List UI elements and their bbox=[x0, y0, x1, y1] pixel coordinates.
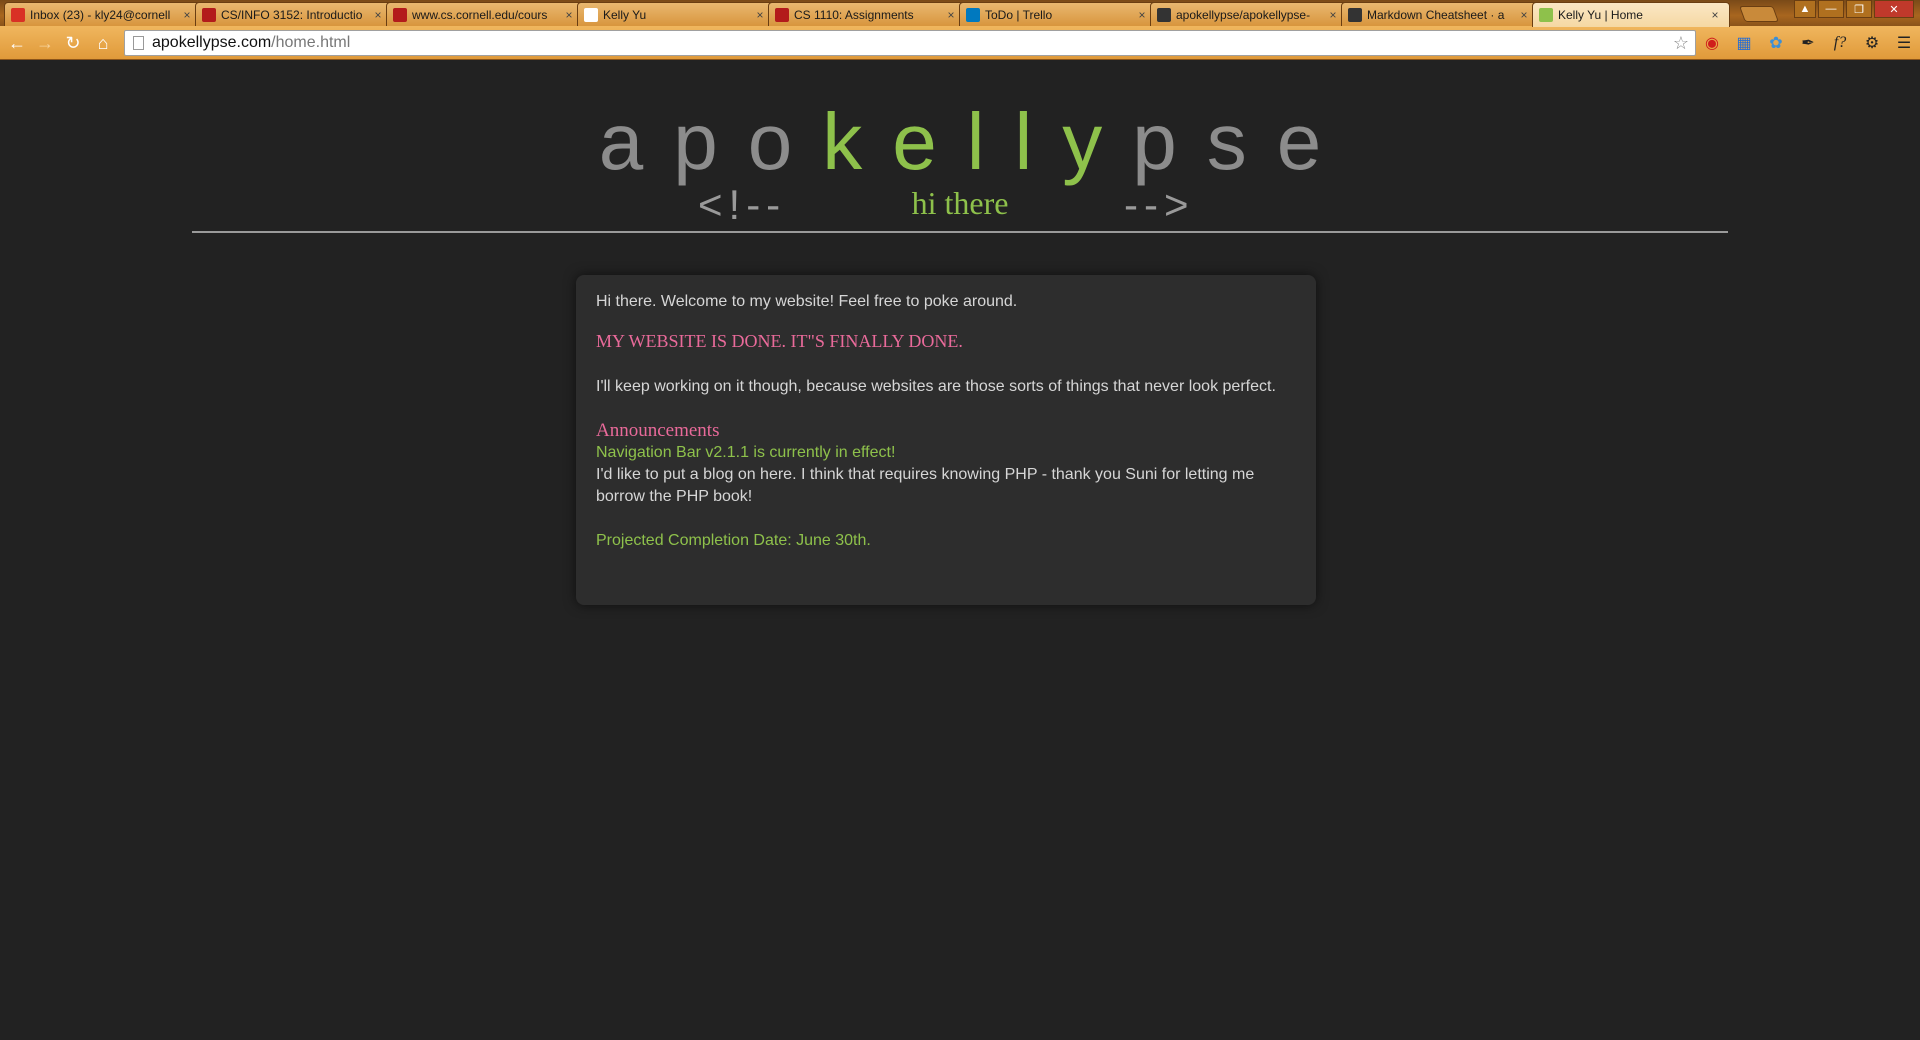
github-icon bbox=[1348, 7, 1362, 22]
tab-title: CS/INFO 3152: Introductio bbox=[221, 7, 363, 22]
url-host: apokellypse.com bbox=[152, 34, 272, 51]
eyedropper-extension-icon[interactable]: ✒ bbox=[1796, 32, 1820, 54]
nav-bracket-right[interactable]: --> bbox=[1124, 181, 1195, 229]
extension-icons: ◉ ▦ ✿ ✒ f? ⚙ ☰ bbox=[1700, 32, 1916, 54]
font-extension-icon[interactable]: f? bbox=[1828, 32, 1852, 54]
bird-extension-icon[interactable]: ✿ bbox=[1764, 32, 1788, 54]
tab-title: Inbox (23) - kly24@cornell bbox=[30, 7, 171, 22]
menu-icon[interactable]: ☰ bbox=[1892, 32, 1916, 54]
page-icon bbox=[584, 7, 598, 22]
tab-title: Markdown Cheatsheet · a bbox=[1367, 7, 1505, 22]
cornell-icon bbox=[202, 7, 216, 22]
window-extension-icon[interactable]: ▦ bbox=[1732, 32, 1756, 54]
tab-title: Kelly Yu | Home bbox=[1558, 8, 1643, 22]
title-part-2: pse bbox=[1132, 97, 1352, 186]
announcements-heading: Announcements bbox=[596, 420, 720, 441]
cornell-icon bbox=[393, 7, 407, 22]
tab-close-icon[interactable]: × bbox=[563, 8, 575, 22]
gmail-icon bbox=[11, 7, 25, 22]
web-page: apokellypse <!-- hi there --> Hi there. … bbox=[0, 61, 1920, 1040]
header-divider bbox=[192, 231, 1728, 233]
browser-tab[interactable]: ToDo | Trello × bbox=[959, 2, 1157, 26]
github-icon bbox=[1157, 7, 1171, 22]
reload-icon[interactable]: ↻ bbox=[62, 32, 84, 54]
tab-title: ToDo | Trello bbox=[985, 7, 1053, 22]
browser-tab[interactable]: CS 1110: Assignments × bbox=[768, 2, 966, 26]
done-heading: MY WEBSITE IS DONE. IT"S FINALLY DONE. bbox=[596, 331, 963, 351]
keep-working-text: I'll keep working on it though, because … bbox=[596, 378, 1276, 395]
url-path: /home.html bbox=[271, 34, 351, 51]
browser-tab[interactable]: Inbox (23) - kly24@cornell × bbox=[4, 2, 202, 26]
home-icon[interactable]: ⌂ bbox=[92, 32, 114, 54]
settings-gear-icon[interactable]: ⚙ bbox=[1860, 32, 1884, 54]
browser-tab[interactable]: www.cs.cornell.edu/cours × bbox=[386, 2, 584, 26]
tab-close-icon[interactable]: × bbox=[1136, 8, 1148, 22]
tab-close-icon[interactable]: × bbox=[754, 8, 766, 22]
completion-date: Projected Completion Date: June 30th. bbox=[596, 532, 871, 549]
page-nav: <!-- hi there --> bbox=[0, 181, 1920, 231]
browser-tab[interactable]: apokellypse/apokellypse- × bbox=[1150, 2, 1348, 26]
welcome-text: Hi there. Welcome to my website! Feel fr… bbox=[596, 293, 1018, 310]
trello-icon bbox=[966, 7, 980, 22]
tab-close-icon[interactable]: × bbox=[1709, 8, 1721, 22]
close-window-button[interactable]: ✕ bbox=[1874, 0, 1914, 18]
v-icon bbox=[1539, 8, 1553, 22]
browser-tab[interactable]: Kelly Yu × bbox=[577, 2, 775, 26]
address-bar[interactable]: apokellypse.com/home.html ☆ bbox=[124, 30, 1696, 56]
tab-close-icon[interactable]: × bbox=[372, 8, 384, 22]
browser-toolbar: ← → ↻ ⌂ apokellypse.com/home.html ☆ ◉ ▦ … bbox=[0, 26, 1920, 60]
browser-tab[interactable]: CS/INFO 3152: Introductio × bbox=[195, 2, 393, 26]
stop-extension-icon[interactable]: ◉ bbox=[1700, 32, 1724, 54]
blog-announcement: I'd like to put a blog on here. I think … bbox=[596, 466, 1255, 505]
cornell-icon bbox=[775, 7, 789, 22]
page-icon bbox=[133, 36, 144, 50]
tab-close-icon[interactable]: × bbox=[1518, 8, 1530, 22]
browser-tab[interactable]: Kelly Yu | Home × bbox=[1532, 2, 1730, 27]
browser-tab[interactable]: Markdown Cheatsheet · a × bbox=[1341, 2, 1539, 26]
restore-button[interactable]: ❐ bbox=[1846, 0, 1872, 18]
profile-icon[interactable]: ▲ bbox=[1794, 0, 1816, 18]
forward-icon[interactable]: → bbox=[34, 32, 56, 54]
window-controls: ▲ — ❐ ✕ bbox=[1794, 0, 1914, 18]
bookmark-star-icon[interactable]: ☆ bbox=[1673, 33, 1689, 54]
content-card: Hi there. Welcome to my website! Feel fr… bbox=[576, 275, 1316, 605]
title-part-1: apo bbox=[598, 97, 823, 186]
back-icon[interactable]: ← bbox=[6, 32, 28, 54]
tab-close-icon[interactable]: × bbox=[945, 8, 957, 22]
new-tab-button[interactable] bbox=[1739, 6, 1779, 22]
tab-title: Kelly Yu bbox=[603, 7, 647, 22]
title-highlight: kelly bbox=[822, 97, 1133, 186]
navbar-announcement: Navigation Bar v2.1.1 is currently in ef… bbox=[596, 444, 896, 461]
tab-title: CS 1110: Assignments bbox=[794, 7, 914, 22]
site-title[interactable]: apokellypse bbox=[0, 96, 1920, 188]
tab-close-icon[interactable]: × bbox=[181, 8, 193, 22]
page-label: hi there bbox=[911, 185, 1009, 221]
tab-title: www.cs.cornell.edu/cours bbox=[412, 7, 548, 22]
minimize-button[interactable]: — bbox=[1818, 0, 1844, 18]
tab-close-icon[interactable]: × bbox=[1327, 8, 1339, 22]
tab-strip: Inbox (23) - kly24@cornell × CS/INFO 3152:… bbox=[0, 0, 1920, 27]
tab-title: apokellypse/apokellypse- bbox=[1176, 7, 1311, 22]
